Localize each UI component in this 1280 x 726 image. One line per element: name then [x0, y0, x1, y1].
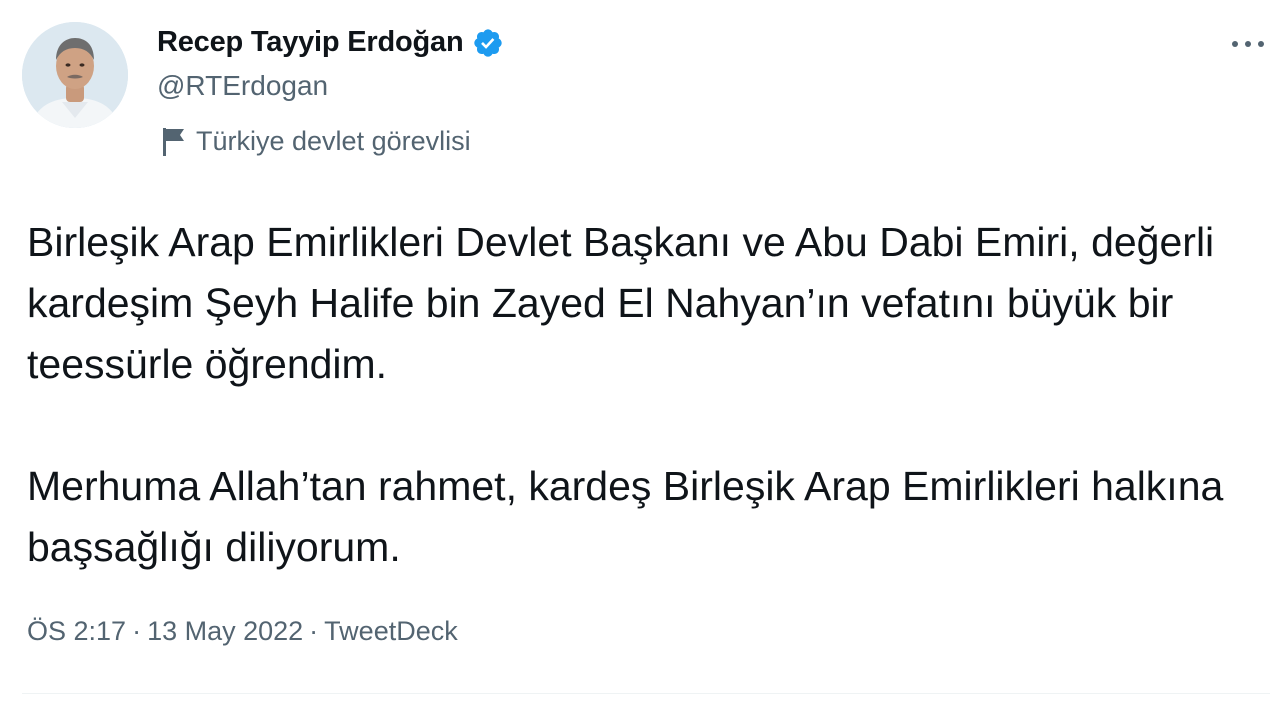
more-options-button[interactable]: [1226, 26, 1270, 62]
tweet-card: Recep Tayyip Erdoğan @RTErdogan Türkiye …: [0, 0, 1280, 726]
separator: ·: [132, 616, 142, 646]
tweet-text: Birleşik Arap Emirlikleri Devlet Başkanı…: [27, 212, 1247, 578]
more-dots-icon: [1232, 41, 1264, 47]
tweet-time[interactable]: ÖS 2:17: [27, 616, 126, 646]
tweet-metadata: ÖS 2:17 · 13 May 2022 · TweetDeck: [27, 616, 458, 647]
tweet-paragraph: Birleşik Arap Emirlikleri Devlet Başkanı…: [27, 219, 1215, 387]
profile-photo-icon: [22, 22, 128, 128]
verified-badge-icon[interactable]: [472, 27, 504, 59]
tweet-paragraph: Merhuma Allah’tan rahmet, kardeş Birleşi…: [27, 463, 1224, 570]
user-handle[interactable]: @RTErdogan: [157, 70, 328, 102]
tweet-source-link[interactable]: TweetDeck: [324, 616, 458, 646]
affiliation-label-text: Türkiye devlet görevlisi: [196, 125, 471, 156]
display-name[interactable]: Recep Tayyip Erdoğan: [157, 26, 464, 59]
avatar[interactable]: [22, 22, 128, 128]
tweet-date[interactable]: 13 May 2022: [147, 616, 303, 646]
display-name-row: Recep Tayyip Erdoğan: [157, 26, 504, 59]
affiliation-label: Türkiye devlet görevlisi: [160, 124, 471, 158]
flag-icon: [160, 124, 188, 158]
separator: ·: [309, 616, 319, 646]
divider: [22, 693, 1270, 694]
